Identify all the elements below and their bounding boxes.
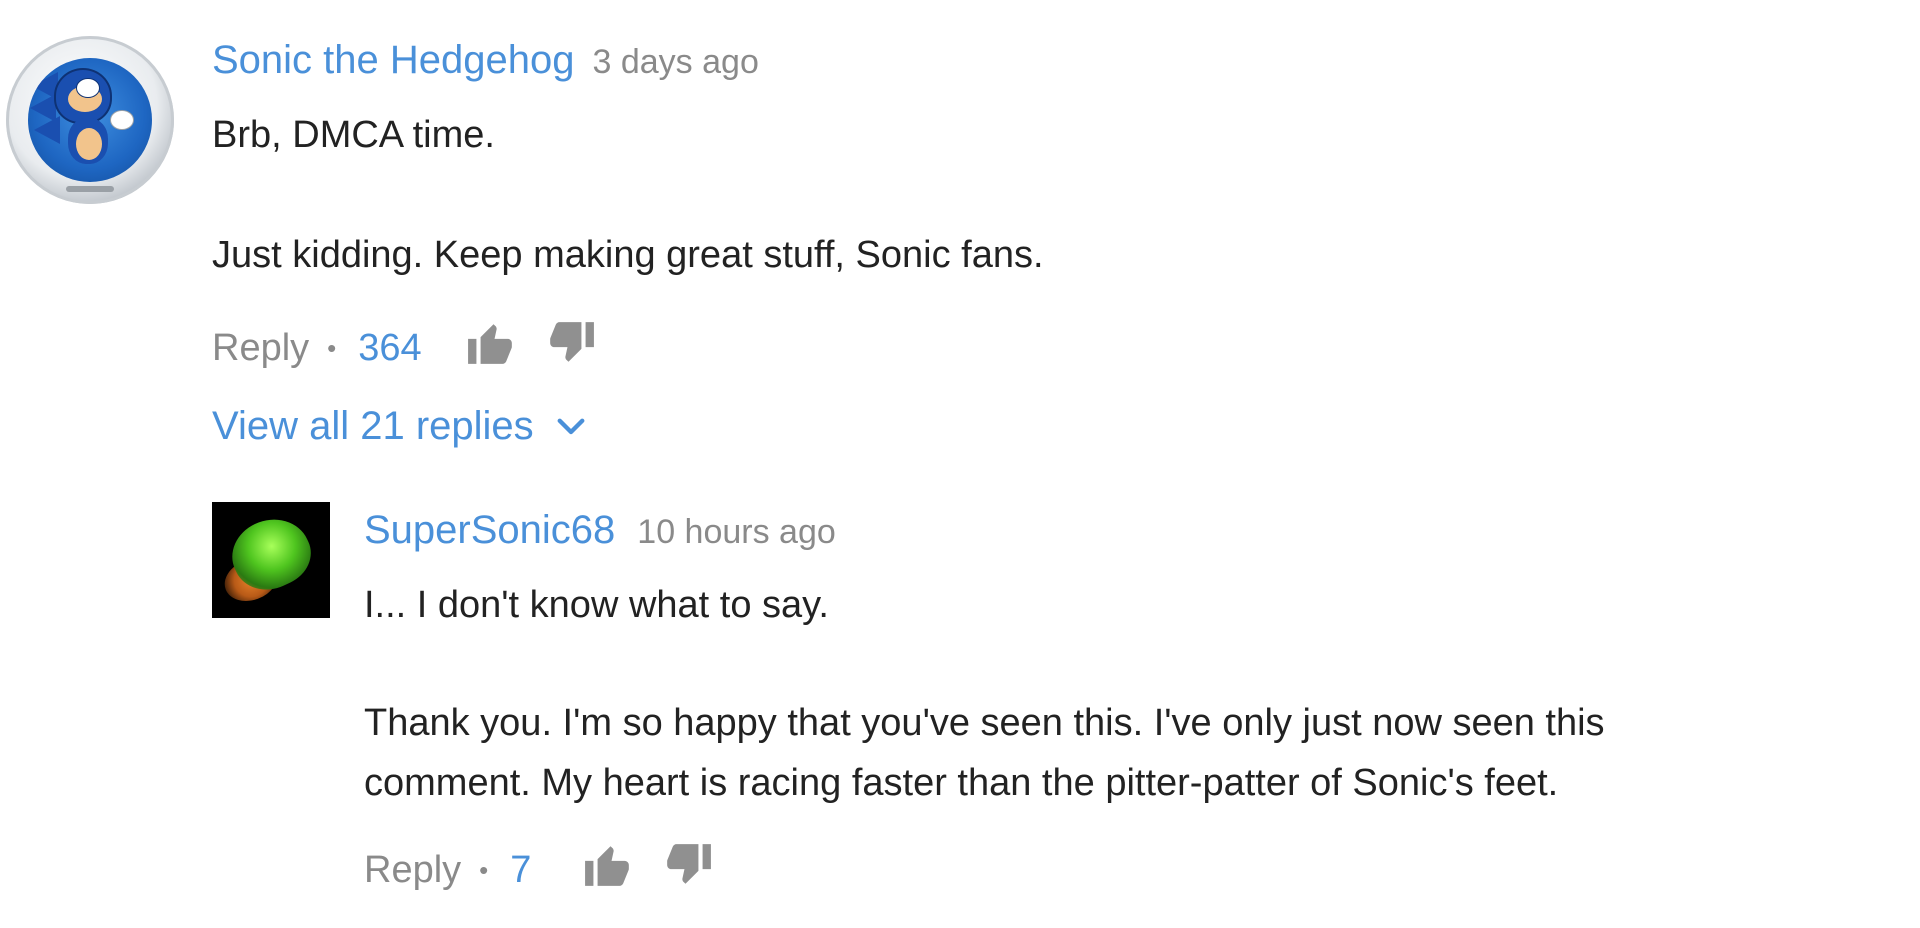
comment-text-line: Just kidding. Keep making great stuff, S… bbox=[212, 234, 1044, 276]
comment-header: Sonic the Hedgehog 3 days ago bbox=[212, 38, 759, 83]
view-replies-label: View all 21 replies bbox=[212, 404, 534, 448]
reply-button[interactable]: Reply bbox=[212, 327, 309, 370]
like-count: 364 bbox=[358, 326, 422, 369]
author-name[interactable]: SuperSonic68 bbox=[364, 508, 615, 553]
reply-header: SuperSonic68 10 hours ago bbox=[364, 508, 836, 553]
sonic-avatar-image bbox=[28, 58, 152, 182]
reply-text-line: comment. My heart is racing faster than … bbox=[364, 762, 1559, 804]
like-count: 7 bbox=[510, 848, 532, 891]
reply-action-bar: Reply • 7 bbox=[364, 842, 713, 898]
comment-text-line: Brb, DMCA time. bbox=[212, 114, 495, 156]
reply-text-line: Thank you. I'm so happy that you've seen… bbox=[364, 702, 1605, 744]
thumbs-down-icon[interactable] bbox=[546, 320, 596, 376]
thumbs-up-icon[interactable] bbox=[466, 320, 516, 376]
reply-text-line: I... I don't know what to say. bbox=[364, 584, 829, 626]
avatar[interactable] bbox=[6, 36, 174, 204]
separator-dot: • bbox=[327, 332, 337, 363]
chevron-down-icon bbox=[556, 417, 586, 437]
comment-timestamp[interactable]: 3 days ago bbox=[593, 43, 759, 82]
author-name[interactable]: Sonic the Hedgehog bbox=[212, 38, 575, 83]
thumbs-down-icon[interactable] bbox=[663, 842, 713, 898]
separator-dot: • bbox=[479, 854, 489, 885]
reply-timestamp[interactable]: 10 hours ago bbox=[637, 513, 836, 552]
comments-section: Sonic the Hedgehog 3 days ago Brb, DMCA … bbox=[0, 0, 1920, 928]
thumbs-up-icon[interactable] bbox=[583, 842, 633, 898]
comment-action-bar: Reply • 364 bbox=[212, 320, 596, 376]
view-replies-button[interactable]: View all 21 replies bbox=[212, 404, 586, 449]
reply-button[interactable]: Reply bbox=[364, 849, 461, 892]
avatar[interactable] bbox=[212, 502, 330, 618]
